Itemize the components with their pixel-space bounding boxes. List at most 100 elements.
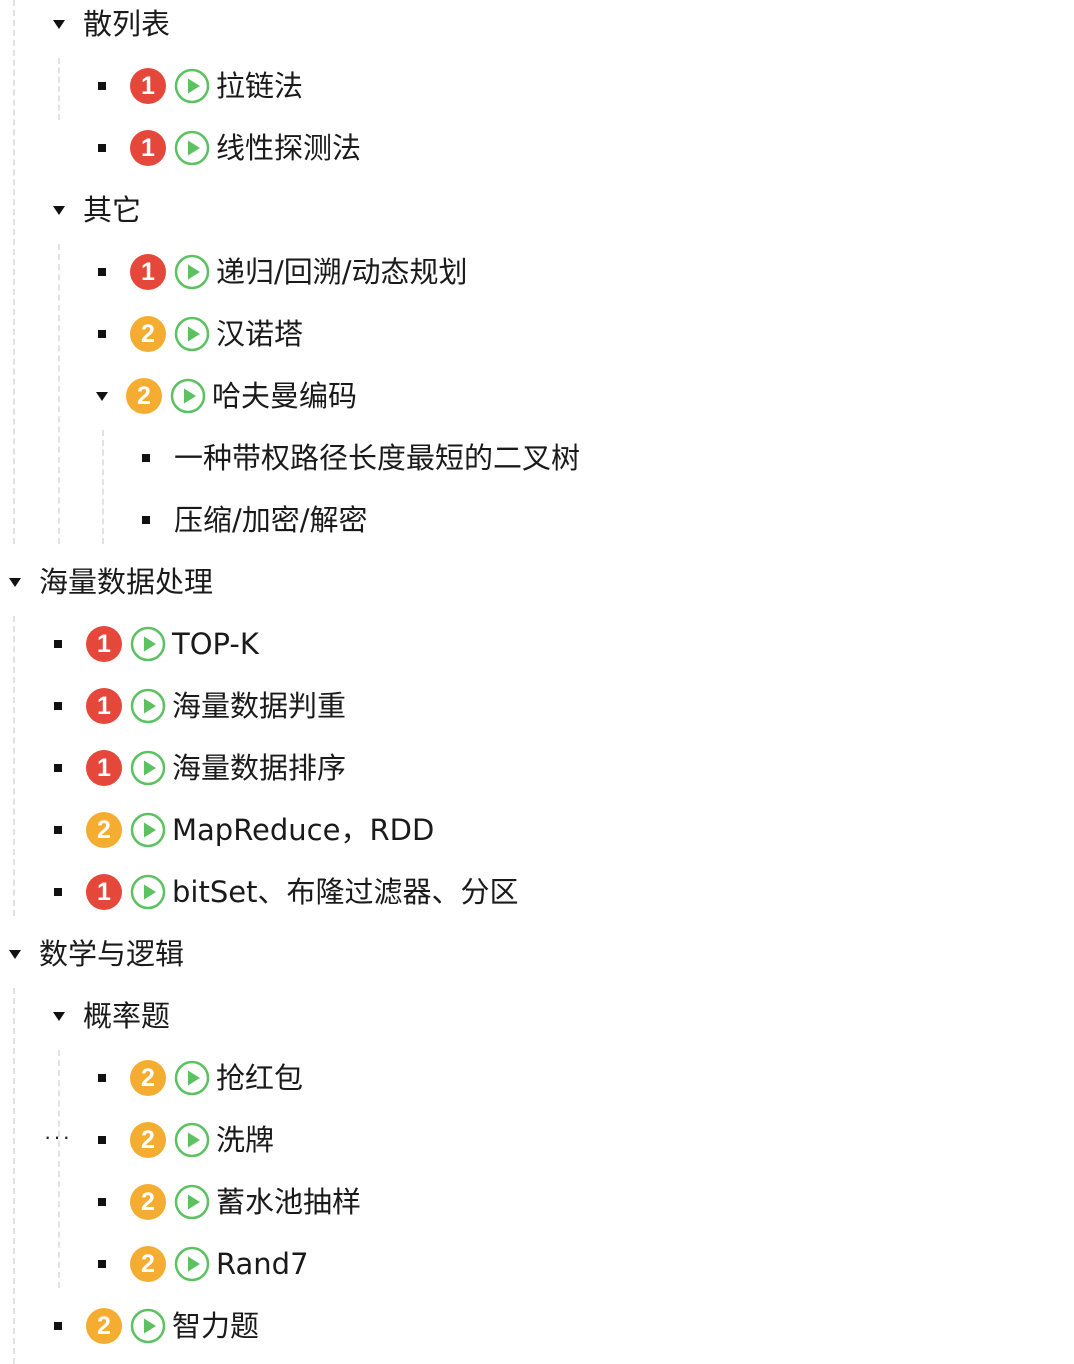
play-icon[interactable]: [174, 254, 210, 290]
outline-node-bitset[interactable]: 1 bitSet、布隆过滤器、分区: [54, 861, 518, 923]
collapse-toggle-icon[interactable]: [53, 19, 65, 29]
indent-guide-others: [58, 244, 60, 544]
outline-node-mapreduce[interactable]: 2 MapReduce，RDD: [54, 799, 434, 861]
outline-node-huffman-usage[interactable]: 压缩/加密/解密: [142, 489, 368, 551]
node-label: 拉链法: [216, 69, 304, 103]
priority-1-icon: 1: [130, 254, 166, 290]
outline-node-hash-table[interactable]: 散列表: [53, 0, 170, 55]
play-icon[interactable]: [130, 626, 166, 662]
collapse-toggle-icon[interactable]: [53, 205, 65, 215]
play-icon[interactable]: [174, 68, 210, 104]
bullet-icon: [98, 268, 106, 276]
bullet-icon: [98, 1260, 106, 1268]
outline-node-huffman[interactable]: 2 哈夫曼编码: [96, 365, 357, 427]
node-label: 概率题: [83, 999, 171, 1033]
bullet-icon: [142, 516, 150, 524]
priority-2-icon: 2: [126, 378, 162, 414]
node-label: 海量数据处理: [39, 565, 214, 599]
bullet-icon: [54, 702, 62, 710]
bullet-icon: [98, 82, 106, 90]
collapse-toggle-icon[interactable]: [9, 949, 21, 959]
play-icon[interactable]: [174, 1122, 210, 1158]
node-label: 洗牌: [216, 1123, 275, 1157]
node-label: MapReduce，RDD: [172, 813, 435, 847]
outline-node-reservoir[interactable]: 2 蓄水池抽样: [98, 1171, 361, 1233]
outline-node-huffman-desc[interactable]: 一种带权路径长度最短的二叉树: [142, 427, 580, 489]
node-label: 散列表: [83, 7, 171, 41]
bullet-icon: [98, 330, 106, 338]
play-icon[interactable]: [174, 130, 210, 166]
node-label: 一种带权路径长度最短的二叉树: [174, 441, 581, 475]
bullet-icon: [142, 454, 150, 462]
outline-node-rand7[interactable]: 2 Rand7: [98, 1233, 309, 1295]
outline-node-math-logic[interactable]: 数学与逻辑: [9, 923, 184, 985]
node-label: 哈夫曼编码: [212, 379, 358, 413]
priority-1-icon: 1: [130, 130, 166, 166]
play-icon[interactable]: [174, 1060, 210, 1096]
priority-2-icon: 2: [86, 1308, 122, 1344]
outline-node-red-packet[interactable]: 2 抢红包: [98, 1047, 303, 1109]
outline-node-big-data[interactable]: 海量数据处理: [9, 551, 213, 613]
indent-guide-probability: [58, 1050, 60, 1288]
node-label: 其它: [83, 193, 142, 227]
indent-guide-huffman: [102, 430, 104, 544]
outline-node-shuffle[interactable]: 2 洗牌: [98, 1109, 274, 1171]
node-label: 海量数据判重: [172, 689, 347, 723]
priority-2-icon: 2: [130, 1184, 166, 1220]
node-label: 蓄水池抽样: [216, 1185, 362, 1219]
node-label: Rand7: [216, 1247, 309, 1281]
indent-guide-math-logic: [13, 988, 15, 1364]
priority-1-icon: 1: [86, 750, 122, 786]
play-icon[interactable]: [170, 378, 206, 414]
node-label: 压缩/加密/解密: [174, 503, 368, 537]
bullet-icon: [98, 1198, 106, 1206]
collapse-toggle-icon[interactable]: [9, 577, 21, 587]
priority-1-icon: 1: [86, 626, 122, 662]
outline-node-probability[interactable]: 概率题: [53, 985, 170, 1047]
node-label: bitSet、布隆过滤器、分区: [172, 875, 519, 909]
play-icon[interactable]: [174, 1184, 210, 1220]
bullet-icon: [98, 144, 106, 152]
indent-guide-big-data: [13, 616, 15, 916]
bullet-icon: [54, 764, 62, 772]
outline-node-linear-probing[interactable]: 1 线性探测法: [98, 117, 361, 179]
bullet-icon: [54, 888, 62, 896]
priority-2-icon: 2: [86, 812, 122, 848]
node-label: TOP-K: [172, 627, 259, 661]
node-label: 汉诺塔: [216, 317, 304, 351]
node-label: 海量数据排序: [172, 751, 347, 785]
node-label: 递归/回溯/动态规划: [216, 255, 468, 289]
outline-node-topk[interactable]: 1 TOP-K: [54, 613, 259, 675]
priority-2-icon: 2: [130, 1060, 166, 1096]
play-icon[interactable]: [174, 316, 210, 352]
play-icon[interactable]: [130, 874, 166, 910]
play-icon[interactable]: [130, 1308, 166, 1344]
priority-2-icon: 2: [130, 1246, 166, 1282]
bullet-icon: [98, 1074, 106, 1082]
more-options-handle[interactable]: ···: [44, 1124, 72, 1150]
indent-guide-hash-table: [58, 58, 60, 120]
outline-node-hanoi[interactable]: 2 汉诺塔: [98, 303, 303, 365]
priority-1-icon: 1: [130, 68, 166, 104]
priority-1-icon: 1: [86, 688, 122, 724]
outline-node-puzzle[interactable]: 2 智力题: [54, 1295, 259, 1357]
priority-1-icon: 1: [86, 874, 122, 910]
bullet-icon: [54, 826, 62, 834]
indent-guide-level-1: [13, 0, 15, 544]
outline-node-others[interactable]: 其它: [53, 179, 141, 241]
play-icon[interactable]: [130, 812, 166, 848]
play-icon[interactable]: [130, 750, 166, 786]
bullet-icon: [54, 1322, 62, 1330]
node-label: 抢红包: [216, 1061, 304, 1095]
outline-node-recursion[interactable]: 1 递归/回溯/动态规划: [98, 241, 468, 303]
collapse-toggle-icon[interactable]: [53, 1011, 65, 1021]
node-label: 数学与逻辑: [39, 937, 185, 971]
priority-2-icon: 2: [130, 316, 166, 352]
play-icon[interactable]: [174, 1246, 210, 1282]
outline-node-sort[interactable]: 1 海量数据排序: [54, 737, 346, 799]
collapse-toggle-icon[interactable]: [96, 391, 108, 401]
play-icon[interactable]: [130, 688, 166, 724]
bullet-icon: [98, 1136, 106, 1144]
outline-node-chaining[interactable]: 1 拉链法: [98, 55, 303, 117]
outline-node-dedup[interactable]: 1 海量数据判重: [54, 675, 346, 737]
